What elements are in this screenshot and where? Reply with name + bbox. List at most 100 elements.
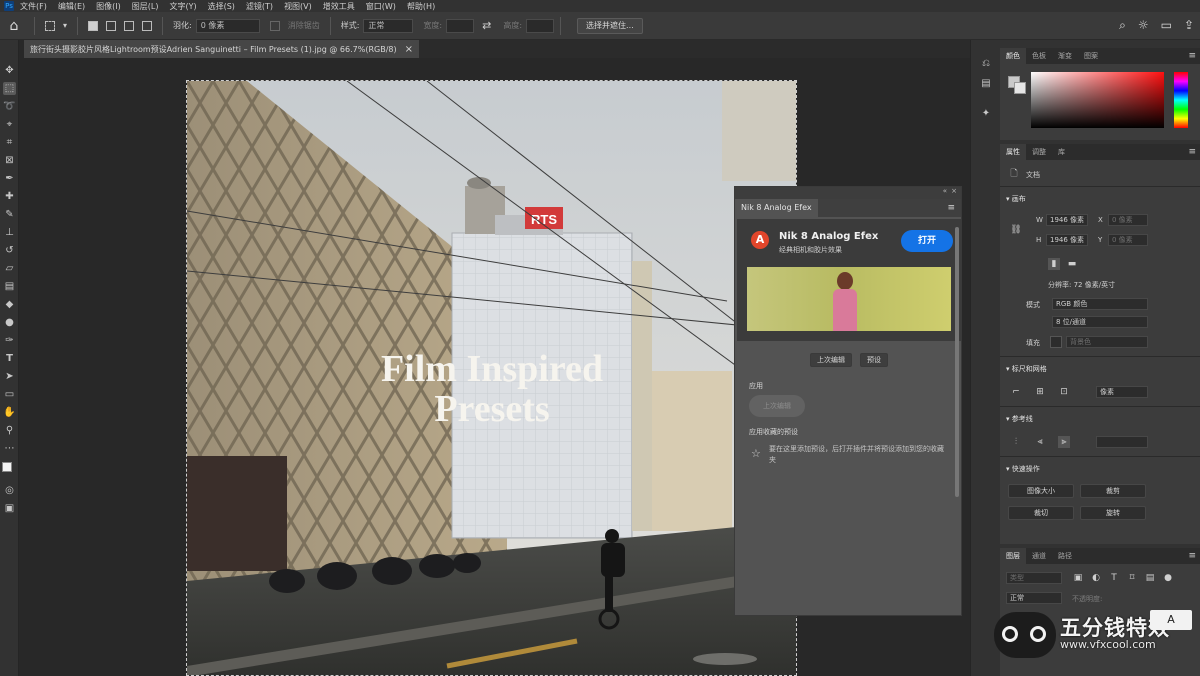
tab-patterns[interactable]: 图案	[1078, 48, 1104, 64]
path-select-tool-icon[interactable]: ➤	[3, 370, 16, 383]
screen-mode-icon[interactable]: ▣	[3, 502, 16, 515]
more-tools-icon[interactable]: ⋯	[3, 442, 16, 455]
zoom-tool-icon[interactable]: ⚲	[3, 424, 16, 437]
feather-input[interactable]: 0 像素	[195, 18, 260, 33]
tab-properties[interactable]: 属性	[1000, 144, 1026, 160]
menu-filter[interactable]: 滤镜(T)	[246, 1, 273, 12]
clone-stamp-tool-icon[interactable]: ⊥	[3, 226, 16, 239]
menu-window[interactable]: 窗口(W)	[366, 1, 396, 12]
apply-last-edit-button[interactable]: 上次编辑	[749, 395, 805, 417]
filter-smart-icon[interactable]: ▤	[1144, 572, 1156, 584]
grid-icon[interactable]: ⊞	[1034, 386, 1046, 398]
new-selection-icon[interactable]	[88, 20, 99, 31]
tab-nik-analog-efex[interactable]: Nik 8 Analog Efex	[735, 199, 818, 217]
presets-button[interactable]: 预设	[860, 353, 888, 367]
filter-type-icon[interactable]: T	[1108, 572, 1120, 584]
select-and-mask-button[interactable]: 选择并遮住...	[577, 17, 643, 34]
hue-slider[interactable]	[1174, 72, 1188, 128]
marquee-preset-icon[interactable]	[45, 20, 55, 31]
link-icon[interactable]: ⛓	[1010, 224, 1022, 236]
canvas-width-field[interactable]: 1946 像素	[1046, 214, 1088, 226]
tab-swatches[interactable]: 色板	[1026, 48, 1052, 64]
menu-type[interactable]: 文字(Y)	[169, 1, 196, 12]
rectangle-tool-icon[interactable]: ▭	[3, 388, 16, 401]
foreground-color-swatch[interactable]	[2, 462, 12, 472]
tab-adjustments[interactable]: 调整	[1026, 144, 1052, 160]
crop-button[interactable]: 裁剪	[1080, 484, 1146, 498]
gradient-tool-icon[interactable]: ▤	[3, 280, 16, 293]
filter-toggle-icon[interactable]: ●	[1162, 572, 1174, 584]
panel-drag-handle[interactable]: « ×	[735, 187, 961, 199]
healing-brush-tool-icon[interactable]: ✚	[3, 190, 16, 203]
image-size-button[interactable]: 图像大小	[1008, 484, 1074, 498]
close-tab-icon[interactable]: ×	[405, 44, 413, 55]
canvas-height-field[interactable]: 1946 像素	[1046, 234, 1088, 246]
discover-icon[interactable]: ☼	[1138, 18, 1149, 33]
menu-layer[interactable]: 图层(L)	[132, 1, 159, 12]
tab-libraries[interactable]: 库	[1052, 144, 1071, 160]
guide-color-select[interactable]	[1096, 436, 1148, 448]
workspace-icon[interactable]: ▭	[1161, 18, 1172, 33]
history-icon[interactable]: ⎌	[980, 58, 992, 70]
eraser-tool-icon[interactable]: ▱	[3, 262, 16, 275]
trim-button[interactable]: 裁切	[1008, 506, 1074, 520]
add-selection-icon[interactable]	[106, 20, 117, 31]
menu-file[interactable]: 文件(F)	[20, 1, 47, 12]
blur-tool-icon[interactable]: ◆	[3, 298, 16, 311]
quick-mask-icon[interactable]: ◎	[3, 484, 16, 497]
style-select[interactable]: 正常	[363, 18, 414, 33]
pixel-grid-icon[interactable]: ⊡	[1058, 386, 1070, 398]
antialias-checkbox[interactable]	[269, 20, 280, 31]
pen-tool-icon[interactable]: ✑	[3, 334, 16, 347]
color-mode-select[interactable]: RGB 颜色	[1052, 298, 1148, 310]
intersect-selection-icon[interactable]	[142, 20, 153, 31]
move-tool-icon[interactable]: ✥	[3, 64, 16, 77]
tab-channels[interactable]: 通道	[1026, 548, 1052, 564]
filter-image-icon[interactable]: ▣	[1072, 572, 1084, 584]
quick-actions-section-header[interactable]: ▾ 快速操作	[1006, 464, 1040, 474]
height-input[interactable]	[526, 18, 555, 33]
hand-tool-icon[interactable]: ✋	[3, 406, 16, 419]
chevron-down-icon[interactable]: ▾	[63, 21, 67, 30]
plugins-icon[interactable]: ✦	[980, 108, 992, 120]
ruler-icon[interactable]: ⌐	[1010, 386, 1022, 398]
blend-mode-select[interactable]: 正常	[1006, 592, 1062, 604]
panel-menu-icon[interactable]: ≡	[1188, 51, 1196, 61]
panel-menu-icon[interactable]: ≡	[1188, 551, 1196, 561]
canvas-x-field[interactable]: 0 像素	[1108, 214, 1148, 226]
rulers-section-header[interactable]: ▾ 标尺和网格	[1006, 364, 1047, 374]
bit-depth-select[interactable]: 8 位/通道	[1052, 316, 1148, 328]
menu-help[interactable]: 帮助(H)	[407, 1, 435, 12]
canvas-section-header[interactable]: ▾ 画布	[1006, 194, 1026, 204]
portrait-orientation-icon[interactable]: ▮	[1048, 258, 1060, 270]
panel-menu-icon[interactable]: ≡	[1188, 147, 1196, 157]
fill-swatch[interactable]	[1050, 336, 1062, 348]
close-icon[interactable]: ×	[951, 187, 957, 195]
lasso-tool-icon[interactable]: ➰	[3, 100, 16, 113]
document-tab[interactable]: 旅行街头摄影胶片风格Lightroom预设Adrien Sanguinetti …	[24, 40, 419, 58]
open-plugin-button[interactable]: 打开	[901, 230, 953, 252]
object-select-tool-icon[interactable]: ⌖	[3, 118, 16, 131]
history-brush-tool-icon[interactable]: ↺	[3, 244, 16, 257]
document-canvas-image[interactable]: RTS Film Inspired Presets	[186, 80, 797, 676]
guide-layout-icon[interactable]: ⫶	[1010, 436, 1022, 448]
canvas-y-field[interactable]: 0 像素	[1108, 234, 1148, 246]
swap-icon[interactable]: ⇄	[482, 19, 491, 32]
panel-scrollbar[interactable]	[955, 227, 959, 497]
tab-gradients[interactable]: 渐变	[1052, 48, 1078, 64]
menu-view[interactable]: 视图(V)	[284, 1, 312, 12]
panel-menu-icon[interactable]: ≡	[947, 203, 955, 213]
type-tool-icon[interactable]: T	[3, 352, 16, 365]
color-field-picker[interactable]	[1031, 72, 1164, 128]
fill-select[interactable]: 背景色	[1066, 336, 1148, 348]
tab-color[interactable]: 颜色	[1000, 48, 1026, 64]
filter-adjust-icon[interactable]: ◐	[1090, 572, 1102, 584]
collapse-icon[interactable]: «	[943, 187, 947, 195]
last-edit-button[interactable]: 上次编辑	[810, 353, 852, 367]
landscape-orientation-icon[interactable]: ▬	[1066, 258, 1078, 270]
share-icon[interactable]: ⇪	[1184, 18, 1194, 33]
marquee-tool-icon[interactable]: ⬚	[3, 82, 16, 95]
width-input[interactable]	[446, 18, 475, 33]
filter-shape-icon[interactable]: ⌑	[1126, 572, 1138, 584]
rotate-button[interactable]: 旋转	[1080, 506, 1146, 520]
